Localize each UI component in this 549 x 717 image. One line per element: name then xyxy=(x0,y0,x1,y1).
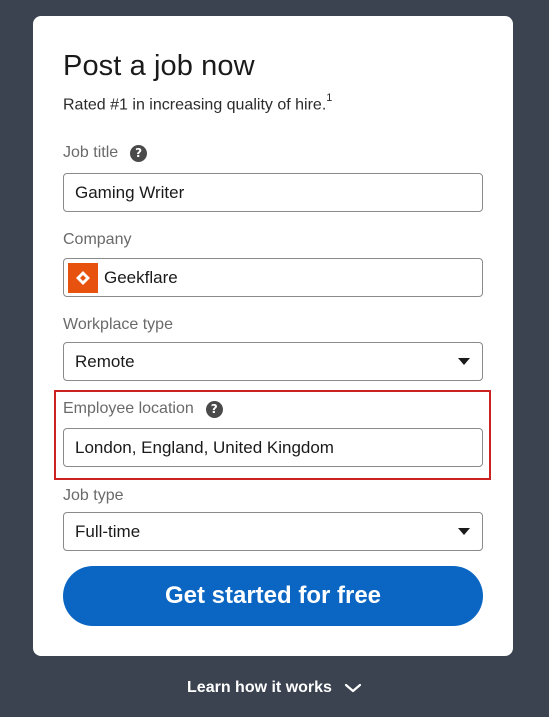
subtitle: Rated #1 in increasing quality of hire.1 xyxy=(63,92,333,114)
company-label-text: Company xyxy=(63,231,132,248)
caret-down-icon xyxy=(458,358,470,365)
geekflare-logo-icon xyxy=(68,262,98,293)
job-title-label: Job title ? xyxy=(63,144,148,162)
question-circle-icon[interactable]: ? xyxy=(130,144,148,162)
learn-how-it-works-link[interactable]: Learn how it works xyxy=(0,679,549,697)
workplace-type-value: Remote xyxy=(75,351,135,371)
learn-how-it-works-label: Learn how it works xyxy=(187,679,332,696)
subtitle-footnote: 1 xyxy=(326,92,333,104)
workplace-type-select[interactable]: Remote xyxy=(63,342,483,381)
job-type-value: Full-time xyxy=(75,521,141,541)
company-input[interactable]: Geekflare xyxy=(63,258,483,297)
subtitle-text: Rated #1 in increasing quality of hire. xyxy=(63,96,327,114)
highlight-box xyxy=(54,390,491,480)
company-label: Company xyxy=(63,231,131,249)
job-type-select[interactable]: Full-time xyxy=(63,512,483,551)
job-type-label-text: Job type xyxy=(63,487,124,504)
company-value: Geekflare xyxy=(104,267,178,287)
job-title-value: Gaming Writer xyxy=(75,182,185,202)
workplace-type-label-text: Workplace type xyxy=(63,316,173,333)
chevron-down-icon xyxy=(344,683,362,693)
job-type-label: Job type xyxy=(63,487,123,505)
job-title-label-text: Job title xyxy=(63,144,119,161)
page-title: Post a job now xyxy=(63,50,255,82)
caret-down-icon xyxy=(458,528,470,535)
job-title-input[interactable]: Gaming Writer xyxy=(63,173,483,212)
get-started-button[interactable]: Get started for free xyxy=(63,566,483,626)
workplace-type-label: Workplace type xyxy=(63,316,173,334)
post-job-card: Post a job now Rated #1 in increasing qu… xyxy=(33,16,513,656)
